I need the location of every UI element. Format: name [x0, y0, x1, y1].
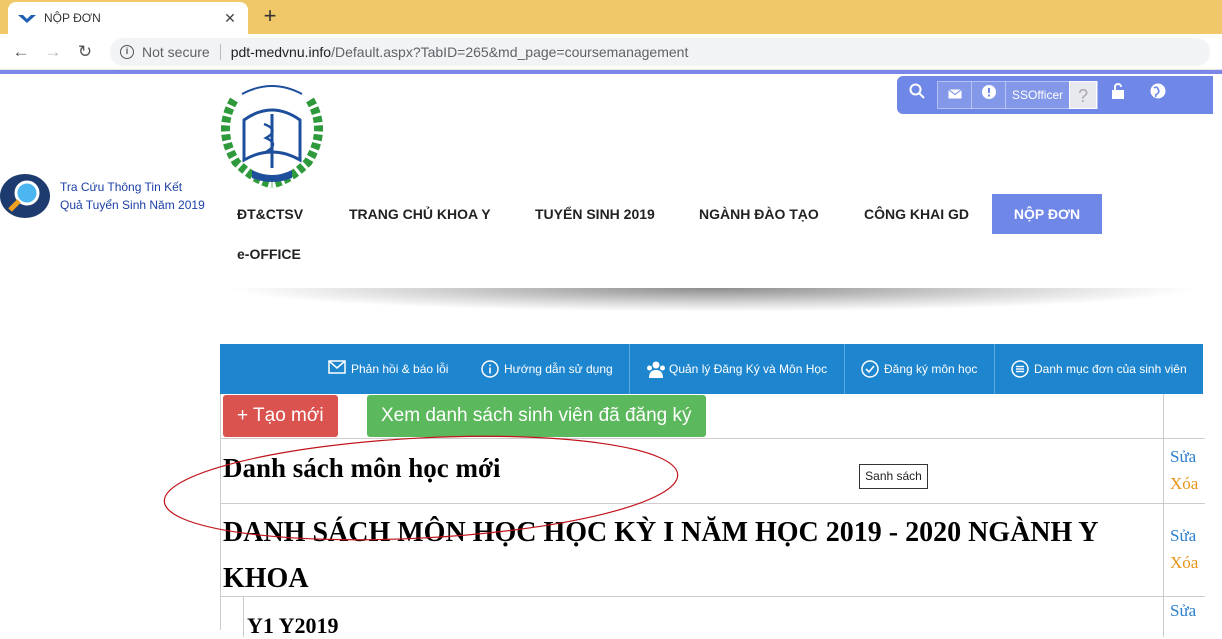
browser-tab[interactable]: NỘP ĐƠN ✕ — [8, 2, 248, 34]
menu-item-dt-ctsv[interactable]: ĐT&CTSV — [237, 194, 303, 234]
nav-application-list-label: Danh mục đơn của sinh viên — [1034, 362, 1187, 376]
forward-arrow-icon[interactable]: → — [42, 41, 64, 63]
nav-divider — [844, 344, 845, 394]
address-divider — [219, 43, 221, 60]
user-toolbar: SSOfficer ? — [897, 76, 1213, 114]
alert-icon[interactable] — [972, 81, 1006, 109]
check-circle-icon — [861, 360, 879, 378]
module-nav: Phản hồi & báo lỗi Hướng dẫn sử dụng Quả… — [220, 344, 1203, 394]
url-path: /Default.aspx?TabID=265&md_page=coursema… — [331, 43, 689, 60]
row-title-line-1: DANH SÁCH MÔN HỌC HỌC KỲ I NĂM HỌC 2019 … — [223, 517, 1099, 548]
back-arrow-icon[interactable]: ← — [10, 41, 32, 63]
nav-course-registration[interactable]: Đăng ký môn học — [861, 344, 977, 394]
lookup-text[interactable]: Tra Cứu Thông Tin Kết Quả Tuyển Sinh Năm… — [60, 178, 205, 214]
mail-icon[interactable] — [938, 81, 972, 109]
reload-icon[interactable]: ↻ — [74, 41, 96, 63]
edit-link[interactable]: Sửa — [1170, 526, 1196, 546]
info-icon[interactable]: i — [120, 44, 134, 59]
globe-icon[interactable] — [1138, 81, 1178, 109]
row-title[interactable]: DANH SÁCH MÔN HỌC HỌC KỲ I NĂM HỌC 2019 … — [223, 510, 1099, 602]
nav-guide-label: Hướng dẫn sử dụng — [504, 362, 613, 376]
menu-item-tuyen-sinh[interactable]: TUYỂN SINH 2019 — [535, 194, 655, 234]
tab-close-icon[interactable]: ✕ — [222, 10, 238, 27]
envelope-icon — [328, 360, 346, 378]
course-list-table: + Tạo mới Xem danh sách sinh viên đã đăn… — [220, 394, 1205, 638]
search-icon[interactable] — [897, 81, 937, 109]
security-label: Not secure — [142, 43, 210, 60]
users-icon — [646, 360, 665, 378]
action-cell: Sửa Xóa — [1163, 504, 1205, 597]
address-bar[interactable]: i Not secure pdt-medvnu.info /Default.as… — [110, 37, 1210, 66]
row-title[interactable]: Danh sách môn học mới — [223, 453, 501, 484]
browser-toolbar: ← → ↻ i Not secure pdt-medvnu.info /Defa… — [0, 34, 1222, 70]
menu-item-trang-chu[interactable]: TRANG CHỦ KHOA Y — [349, 194, 491, 234]
site-favicon-icon — [18, 13, 36, 23]
user-actions-box: SSOfficer ? — [937, 81, 1099, 109]
unlock-icon[interactable] — [1098, 81, 1138, 109]
table-row: Y1 Y2019 Sửa — [221, 597, 1205, 639]
tab-title: NỘP ĐƠN — [44, 11, 101, 25]
username-label[interactable]: SSOfficer — [1006, 88, 1069, 102]
indent-divider — [243, 597, 244, 637]
edit-link[interactable]: Sửa — [1170, 447, 1196, 467]
nav-manage-registration-label: Quản lý Đăng Ký và Môn Học — [669, 362, 828, 376]
main-menu: ĐT&CTSV TRANG CHỦ KHOA Y TUYỂN SINH 2019… — [222, 194, 1122, 274]
delete-link[interactable]: Xóa — [1170, 474, 1198, 494]
nav-course-registration-label: Đăng ký môn học — [884, 362, 978, 376]
list-circle-icon — [1011, 360, 1029, 378]
menu-item-e-office[interactable]: e-OFFICE — [237, 234, 301, 274]
nav-divider — [629, 344, 630, 394]
view-registered-button[interactable]: Xem danh sách sinh viên đã đăng ký — [367, 395, 706, 437]
action-cell: Sửa Xóa — [1163, 439, 1205, 504]
new-tab-button[interactable]: + — [258, 4, 282, 30]
nav-divider — [994, 344, 995, 394]
magnifier-icon — [0, 174, 50, 218]
header-shadow-divider — [225, 288, 1200, 312]
nav-manage-registration[interactable]: Quản lý Đăng Ký và Môn Học — [646, 344, 827, 394]
url-host: pdt-medvnu.info — [230, 43, 332, 60]
page-accent-line — [0, 70, 1222, 74]
avatar[interactable]: ? — [1069, 81, 1098, 109]
nav-feedback[interactable]: Phản hồi & báo lỗi — [328, 344, 448, 394]
action-cell — [1163, 394, 1205, 439]
lookup-line-2: Quả Tuyển Sinh Năm 2019 — [60, 198, 205, 212]
lookup-line-1: Tra Cứu Thông Tin Kết — [60, 180, 183, 194]
table-row: Danh sách môn học mới Sửa Xóa — [221, 439, 1205, 504]
create-new-button[interactable]: + Tạo mới — [223, 395, 338, 437]
nav-guide[interactable]: Hướng dẫn sử dụng — [481, 344, 613, 394]
faculty-logo[interactable] — [214, 80, 330, 190]
menu-item-nop-don[interactable]: NỘP ĐƠN — [992, 194, 1102, 234]
admission-lookup-link[interactable]: Tra Cứu Thông Tin Kết Quả Tuyển Sinh Năm… — [0, 172, 215, 220]
info-circle-icon — [481, 360, 499, 378]
toolbar-row: + Tạo mới Xem danh sách sinh viên đã đăn… — [221, 394, 1205, 439]
delete-link[interactable]: Xóa — [1170, 553, 1198, 573]
nav-application-list[interactable]: Danh mục đơn của sinh viên — [1011, 344, 1187, 394]
menu-item-nganh-dao-tao[interactable]: NGÀNH ĐÀO TẠO — [699, 194, 819, 234]
nav-feedback-label: Phản hồi & báo lỗi — [351, 362, 449, 376]
tooltip: Sanh sách — [859, 464, 928, 489]
table-row: DANH SÁCH MÔN HỌC HỌC KỲ I NĂM HỌC 2019 … — [221, 504, 1205, 597]
edit-link[interactable]: Sửa — [1170, 601, 1196, 621]
browser-tabstrip: NỘP ĐƠN ✕ + — [0, 0, 1222, 34]
action-cell: Sửa — [1163, 597, 1205, 637]
row-title[interactable]: Y1 Y2019 — [247, 613, 338, 639]
row-title-line-2: KHOA — [223, 563, 309, 594]
menu-item-cong-khai[interactable]: CÔNG KHAI GD — [864, 194, 969, 234]
